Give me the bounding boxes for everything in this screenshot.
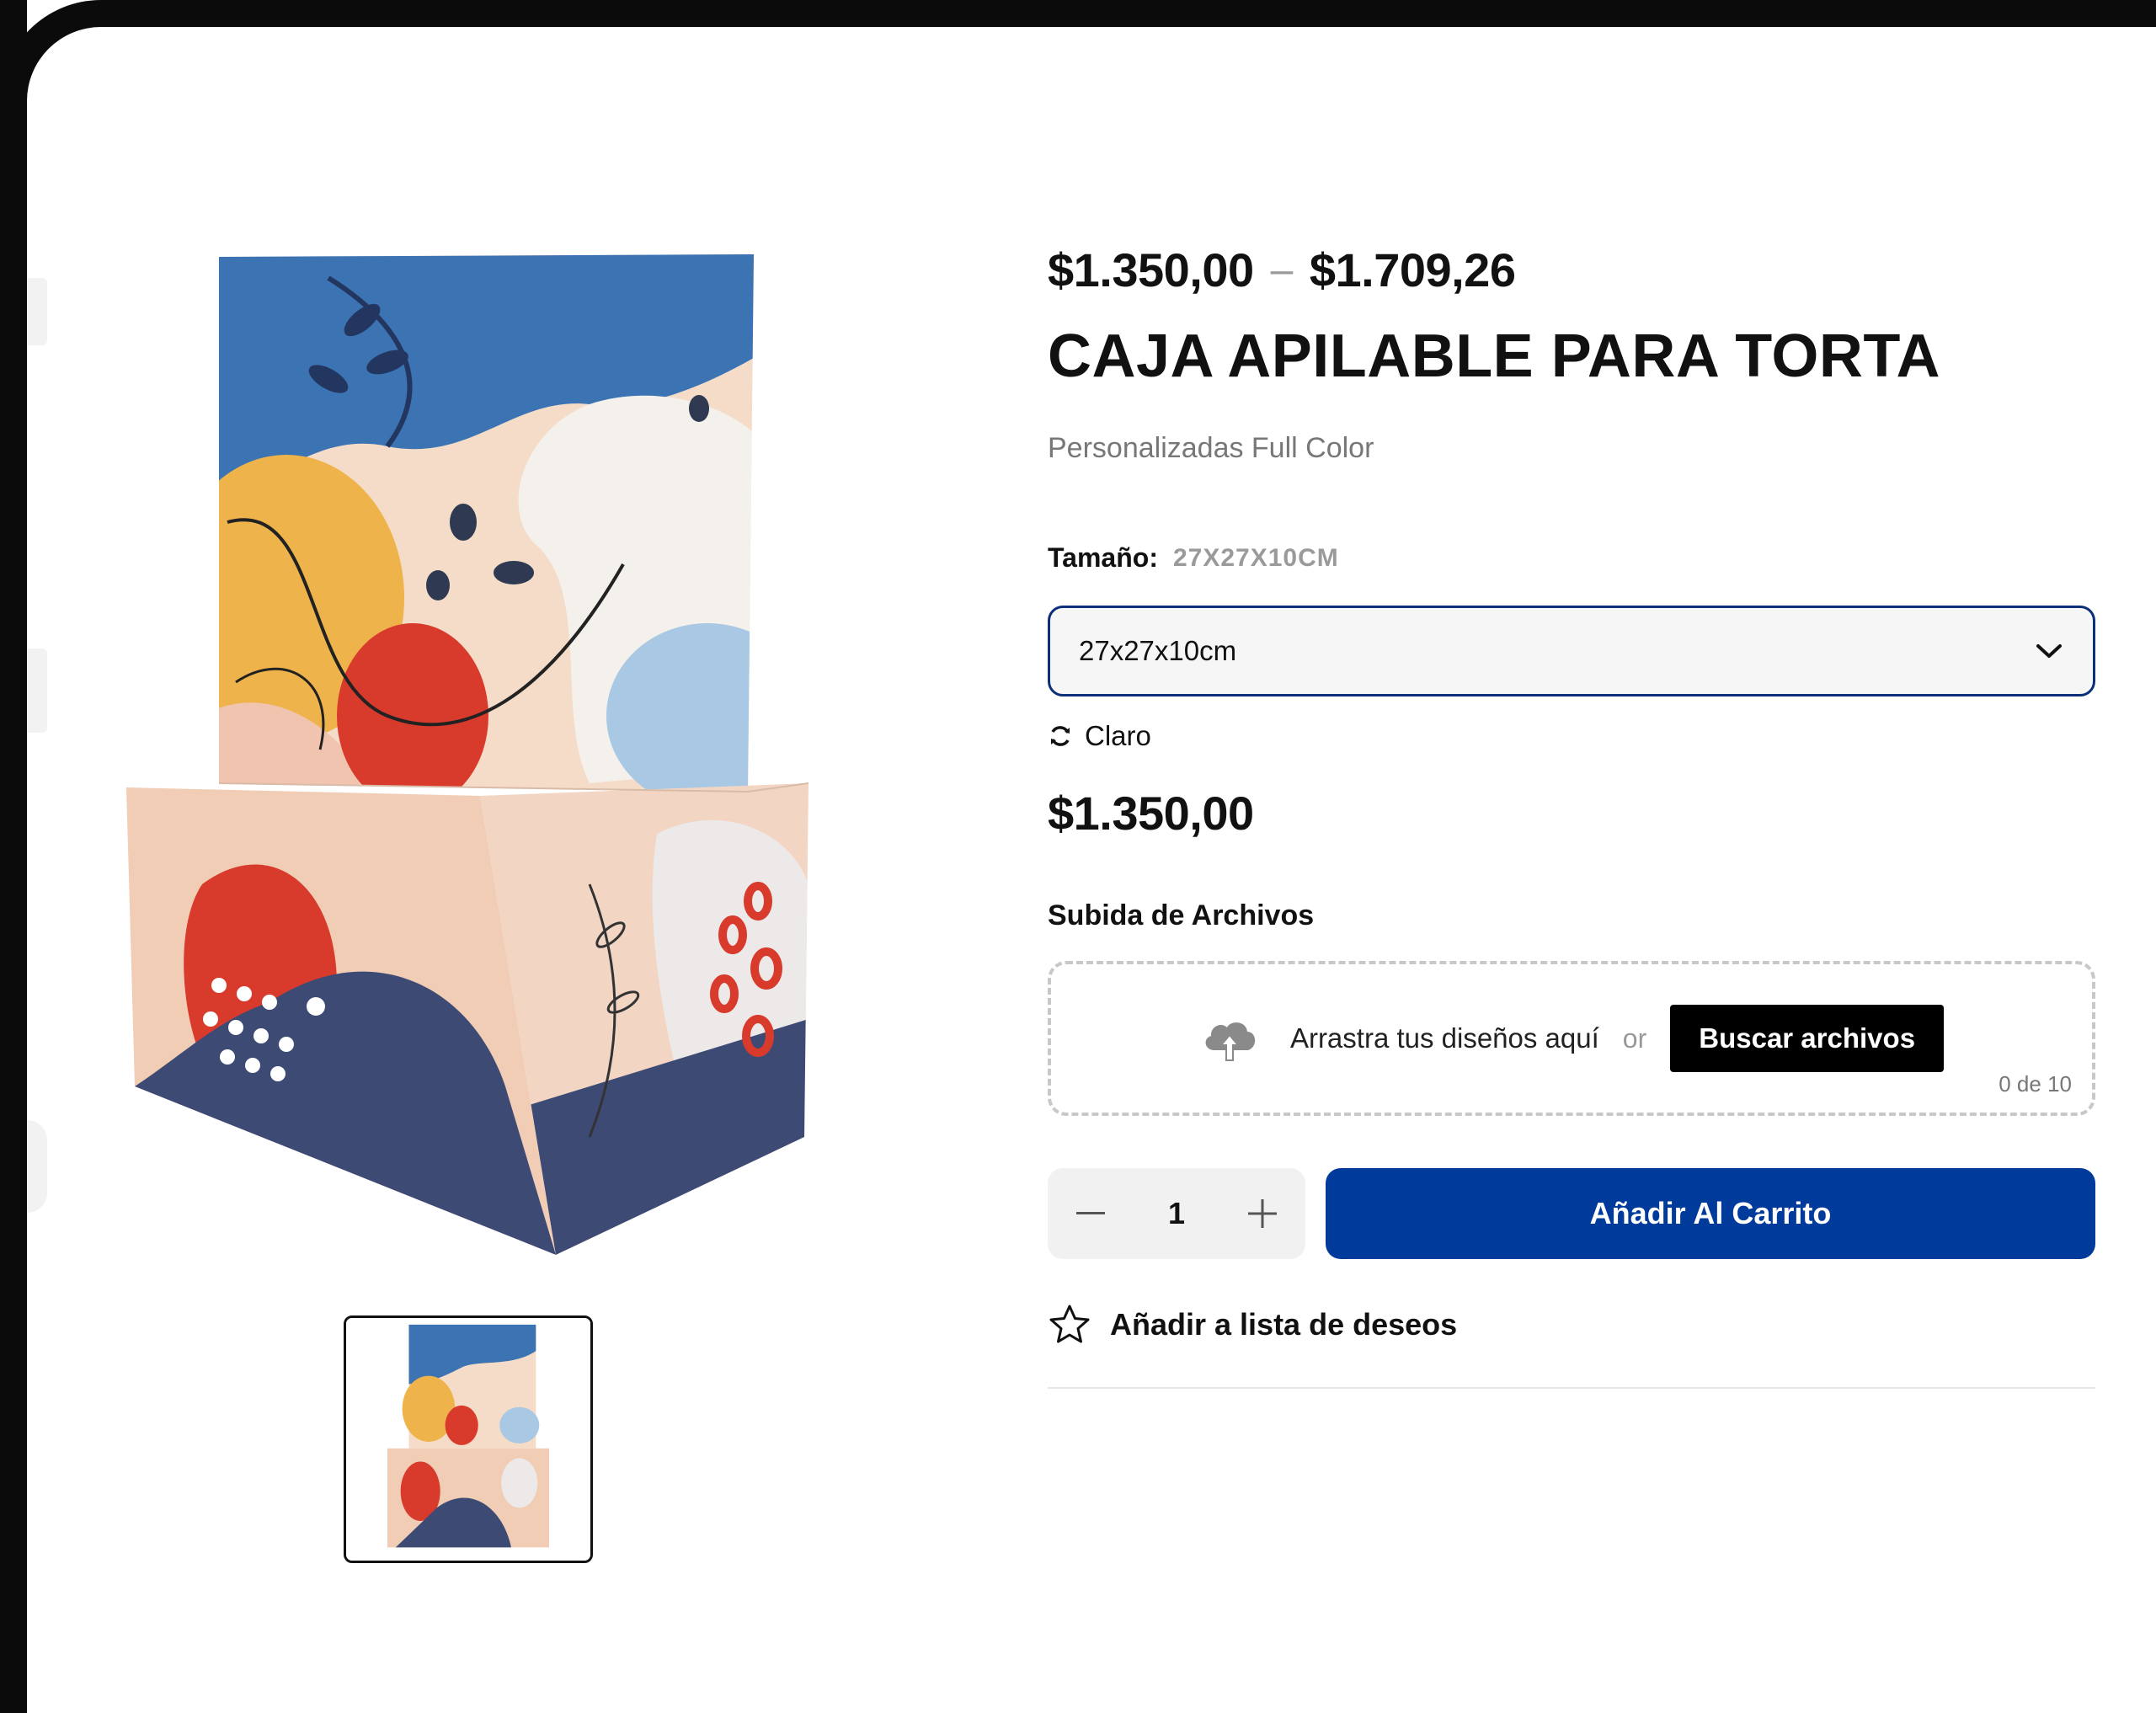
refresh-icon — [1051, 726, 1070, 747]
variant-option[interactable]: Claro — [1048, 720, 2095, 752]
price-min: $1.350,00 — [1048, 243, 1254, 296]
size-selected-value: 27X27X10CM — [1172, 543, 1339, 572]
product-main-image[interactable] — [118, 244, 825, 1263]
device-bezel — [0, 0, 27, 1713]
browse-files-button[interactable]: Buscar archivos — [1670, 1005, 1945, 1073]
product-subtitle: Personalizadas Full Color — [1048, 432, 1374, 465]
product-thumbnail[interactable] — [344, 1315, 593, 1563]
price-range: $1.350,00 – $1.709,26 — [1048, 236, 2095, 303]
chevron-down-icon — [2034, 636, 2064, 666]
product-title: CAJA APILABLE PARA TORTA — [1048, 323, 1941, 390]
file-count: 0 de 10 — [1999, 1071, 2072, 1097]
divider — [1048, 1387, 2095, 1390]
cloud-upload-icon — [1205, 1022, 1256, 1062]
current-price: $1.350,00 — [1048, 787, 1254, 840]
wishlist-label: Añadir a lista de deseos — [1110, 1307, 1458, 1342]
quantity-stepper: 1 — [1048, 1168, 1305, 1260]
buy-row: 1 Añadir Al Carrito — [1048, 1168, 2095, 1260]
price-separator: – — [1270, 247, 1294, 292]
minus-icon[interactable] — [1071, 1194, 1110, 1233]
dropzone-text: Arrastra tus diseños aquí — [1289, 1022, 1599, 1054]
product-info: $1.350,00 – $1.709,26 CAJA APILABLE PARA… — [1048, 236, 2095, 1390]
star-outline-icon — [1049, 1305, 1090, 1343]
size-label-row: Tamaño: 27X27X10CM — [1048, 542, 2095, 574]
dropzone-or: or — [1622, 1022, 1647, 1054]
size-select-value: 27x27x10cm — [1079, 635, 1237, 667]
variant-label: Claro — [1085, 720, 1151, 752]
add-to-wishlist-button[interactable]: Añadir a lista de deseos — [1048, 1303, 2095, 1347]
size-select[interactable]: 27x27x10cm — [1048, 606, 2095, 697]
add-to-cart-button[interactable]: Añadir Al Carrito — [1326, 1168, 2095, 1260]
size-label: Tamaño: — [1048, 542, 1158, 574]
file-dropzone[interactable]: Arrastra tus diseños aquí or Buscar arch… — [1048, 961, 2095, 1117]
quantity-value[interactable]: 1 — [1168, 1196, 1185, 1231]
plus-icon[interactable] — [1243, 1194, 1282, 1233]
upload-title: Subida de Archivos — [1048, 899, 1315, 932]
price-max: $1.709,26 — [1309, 243, 1516, 296]
gallery-edge-shadow — [27, 278, 52, 1213]
